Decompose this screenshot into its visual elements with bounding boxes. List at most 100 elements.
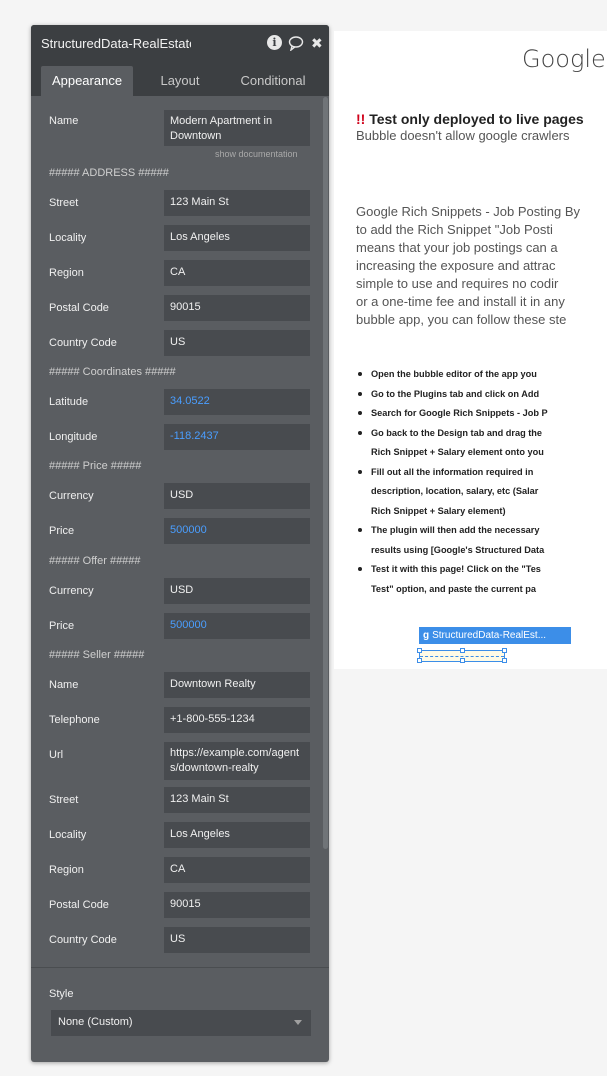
list-item: Fill out all the information required in…	[356, 463, 607, 522]
step-line: Search for Google Rich Snippets - Job P	[371, 408, 548, 418]
url-field[interactable]: https://example.com/agents/downtown-real…	[164, 742, 310, 780]
offer-price-label: Price	[49, 620, 75, 632]
seller-postal-code-label: Postal Code	[49, 899, 109, 911]
locality-label: Locality	[49, 232, 87, 244]
resize-handle[interactable]	[460, 658, 465, 663]
step-line: Rich Snippet + Salary element)	[371, 505, 506, 516]
element-tag-label: StructuredData-RealEst...	[432, 630, 547, 641]
property-editor-panel: StructuredData-RealEstate i ✖ Appearance…	[31, 25, 329, 1062]
warning-mark: !!	[356, 111, 366, 127]
section-price: ##### Price #####	[49, 460, 142, 472]
resize-handle[interactable]	[502, 648, 507, 653]
seller-locality-field[interactable]: Los Angeles	[164, 822, 310, 848]
seller-street-field[interactable]: 123 Main St	[164, 787, 310, 813]
list-item: Open the bubble editor of the app you	[356, 365, 607, 385]
resize-handle[interactable]	[502, 658, 507, 663]
street-field[interactable]: 123 Main St	[164, 190, 310, 216]
region-field[interactable]: CA	[164, 260, 310, 286]
resize-handle[interactable]	[417, 648, 422, 653]
seller-country-code-label: Country Code	[49, 934, 117, 946]
selected-element-box[interactable]	[417, 648, 507, 663]
section-offer: ##### Offer #####	[49, 555, 141, 567]
panel-scrollbar[interactable]	[323, 97, 328, 849]
style-select-value: None (Custom)	[58, 1016, 133, 1028]
telephone-label: Telephone	[49, 714, 100, 726]
chevron-down-icon	[294, 1020, 302, 1025]
seller-name-label: Name	[49, 679, 79, 691]
currency-label: Currency	[49, 490, 94, 502]
page-canvas: Google !! Test only deployed to live pag…	[334, 31, 607, 669]
name-field[interactable]: Modern Apartment in Downtown	[164, 110, 310, 146]
comment-icon[interactable]	[288, 35, 304, 54]
offer-price-field[interactable]: 500000	[164, 613, 310, 639]
latitude-field[interactable]: 34.0522	[164, 389, 310, 415]
step-line: Test it with this page! Click on the "Te…	[371, 564, 541, 574]
offer-currency-field[interactable]: USD	[164, 578, 310, 604]
selected-element-tag[interactable]: g StructuredData-RealEst...	[419, 627, 571, 644]
seller-locality-label: Locality	[49, 829, 87, 841]
postal-code-label: Postal Code	[49, 302, 109, 314]
style-label: Style	[49, 988, 74, 1000]
panel-title[interactable]: StructuredData-RealEstate	[41, 36, 191, 51]
currency-field[interactable]: USD	[164, 483, 310, 509]
seller-postal-code-field[interactable]: 90015	[164, 892, 310, 918]
show-documentation-link[interactable]: show documentation	[215, 149, 298, 159]
seller-street-label: Street	[49, 794, 79, 806]
section-seller: ##### Seller #####	[49, 649, 145, 661]
style-select[interactable]: None (Custom)	[51, 1010, 311, 1036]
telephone-field[interactable]: +1-800-555-1234	[164, 707, 310, 733]
section-coordinates: ##### Coordinates #####	[49, 366, 176, 378]
warning-text: !! Test only deployed to live pages	[356, 111, 584, 127]
panel-divider	[31, 967, 329, 968]
country-code-label: Country Code	[49, 337, 117, 349]
paragraph-line: means that your job postings can a	[356, 240, 558, 255]
step-line: The plugin will then add the necessary	[371, 525, 540, 535]
offer-currency-label: Currency	[49, 585, 94, 597]
tab-layout[interactable]: Layout	[143, 66, 217, 96]
resize-handle[interactable]	[460, 648, 465, 653]
paragraph-line: bubble app, you can follow these ste	[356, 312, 567, 327]
list-item: Test it with this page! Click on the "Te…	[356, 560, 607, 599]
list-item: The plugin will then add the necessary r…	[356, 521, 607, 560]
warning-label: Test only deployed to live pages	[369, 111, 584, 127]
info-icon[interactable]: i	[267, 35, 282, 50]
step-line: Go back to the Design tab and drag the	[371, 427, 543, 438]
latitude-label: Latitude	[49, 396, 89, 408]
list-item: Search for Google Rich Snippets - Job P	[356, 404, 607, 424]
postal-code-field[interactable]: 90015	[164, 295, 310, 321]
steps-list: Open the bubble editor of the app you Go…	[356, 365, 607, 599]
paragraph-line: to add the Rich Snippet "Job Posti	[356, 222, 553, 237]
seller-name-field[interactable]: Downtown Realty	[164, 672, 310, 698]
element-midline	[420, 656, 504, 657]
region-label: Region	[49, 267, 84, 279]
step-line: description, location, salary, etc (Sala…	[371, 486, 539, 496]
longitude-field[interactable]: -118.2437	[164, 424, 310, 450]
panel-header: StructuredData-RealEstate i ✖	[31, 25, 329, 62]
name-label: Name	[49, 115, 79, 127]
page-title: Google	[522, 45, 606, 73]
crawler-note: Bubble doesn't allow google crawlers	[356, 128, 570, 143]
paragraph-line: Google Rich Snippets - Job Posting By	[356, 204, 581, 219]
step-line: Fill out all the information required in	[371, 466, 534, 477]
country-code-field[interactable]: US	[164, 330, 310, 356]
seller-region-label: Region	[49, 864, 84, 876]
step-line: Rich Snippet + Salary element onto you	[371, 447, 544, 457]
price-field[interactable]: 500000	[164, 518, 310, 544]
plugin-g-icon: g	[423, 630, 430, 641]
list-item: Go to the Plugins tab and click on Add	[356, 385, 607, 405]
locality-field[interactable]: Los Angeles	[164, 225, 310, 251]
seller-country-code-field[interactable]: US	[164, 927, 310, 953]
section-address: ##### ADDRESS #####	[49, 167, 169, 179]
step-line: results using [Google's Structured Data	[371, 544, 545, 555]
resize-handle[interactable]	[417, 658, 422, 663]
seller-region-field[interactable]: CA	[164, 857, 310, 883]
step-line: Open the bubble editor of the app you	[371, 369, 537, 379]
price-label: Price	[49, 525, 75, 537]
close-icon[interactable]: ✖	[311, 35, 323, 51]
longitude-label: Longitude	[49, 431, 98, 443]
tab-appearance[interactable]: Appearance	[41, 66, 133, 96]
panel-tabs: Appearance Layout Conditional	[31, 62, 329, 96]
tab-conditional[interactable]: Conditional	[227, 66, 319, 96]
street-label: Street	[49, 197, 79, 209]
step-line: Go to the Plugins tab and click on Add	[371, 388, 540, 399]
